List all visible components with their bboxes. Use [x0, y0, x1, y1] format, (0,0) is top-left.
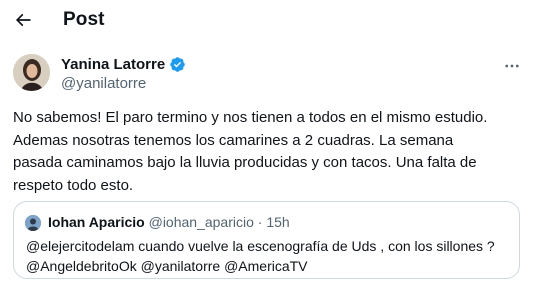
top-bar: Post — [0, 0, 537, 42]
quote-author-handle[interactable]: @iohan_aparicio — [149, 214, 254, 230]
more-options-button[interactable] — [499, 55, 525, 77]
author-name-text: Yanina Latorre — [61, 56, 166, 73]
author-avatar[interactable] — [13, 54, 50, 91]
quote-header: Iohan Aparicio @iohan_aparicio · 15h — [48, 214, 290, 230]
quote-timestamp[interactable]: 15h — [266, 214, 289, 230]
quote-avatar-photo — [25, 215, 41, 231]
arrow-left-icon — [15, 13, 31, 27]
post-text: No sabemos! El paro termino y nos tienen… — [13, 107, 528, 197]
quote-separator: · — [257, 214, 263, 230]
more-horizontal-icon — [505, 64, 519, 68]
author-handle[interactable]: @yanilatorre — [61, 75, 146, 92]
back-button[interactable] — [8, 5, 38, 35]
quote-text-line: @AngeldebritoOk @yanilatorre @AmericaTV — [26, 258, 308, 274]
post-text-line: Ademas nosotras tenemos los camarines a … — [13, 131, 454, 149]
post-text-line: pasada caminamos bajo la lluvia producid… — [13, 154, 477, 171]
quote-text: @elejercitodelam cuando vuelve la esceno… — [26, 236, 506, 276]
verified-badge-icon — [169, 56, 186, 73]
author-name[interactable]: Yanina Latorre — [61, 56, 186, 73]
post-text-line: No sabemos! El paro termino y nos tienen… — [13, 109, 488, 126]
quoted-post[interactable]: Iohan Aparicio @iohan_aparicio · 15h @el… — [13, 201, 520, 279]
quote-author-avatar[interactable] — [25, 215, 41, 231]
page-title: Post — [63, 9, 105, 30]
quote-text-line: @elejercitodelam cuando vuelve la esceno… — [26, 238, 495, 254]
quote-author-name[interactable]: Iohan Aparicio — [48, 214, 145, 230]
post-text-line: respeto todo esto. — [13, 176, 134, 194]
post-page: Post Yanina Latorre @yanilatorre No sabe… — [0, 0, 537, 292]
avatar-photo — [13, 54, 50, 91]
